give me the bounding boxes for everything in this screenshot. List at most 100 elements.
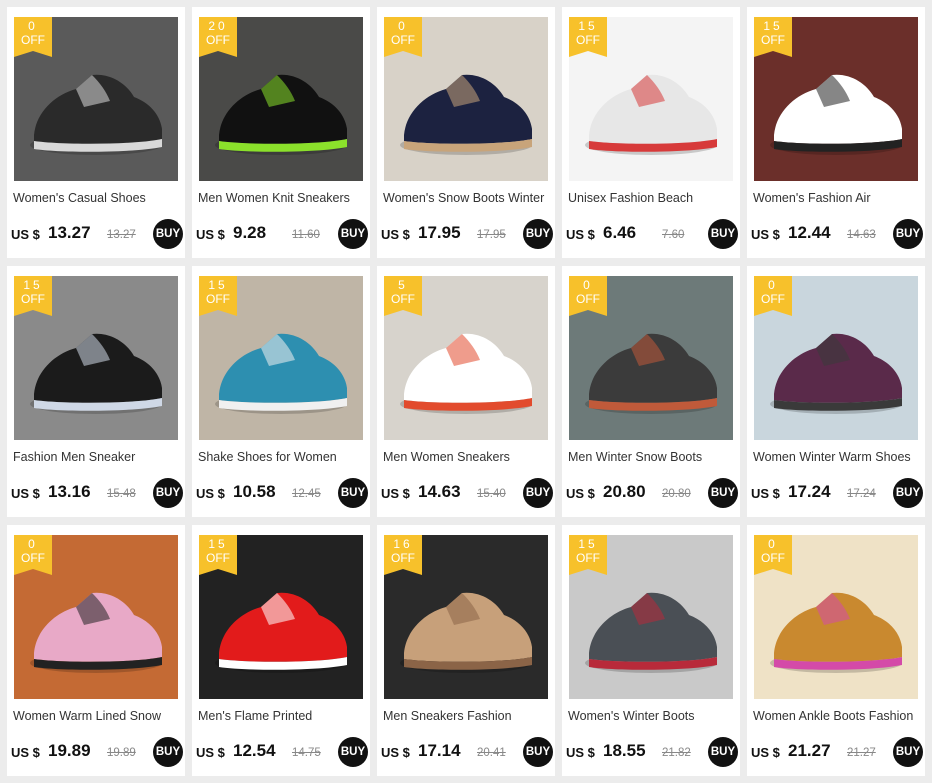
- product-title[interactable]: Women Warm Lined Snow: [13, 709, 179, 726]
- discount-percent: 0: [583, 278, 593, 292]
- discount-percent: 0: [398, 19, 408, 33]
- product-title[interactable]: Women's Winter Boots: [568, 709, 734, 726]
- product-card[interactable]: 15 OFF Fashion Men Sneaker US $ 13.16 15.…: [7, 266, 185, 517]
- buy-button[interactable]: BUY: [893, 219, 923, 249]
- buy-button[interactable]: BUY: [708, 478, 738, 508]
- product-image[interactable]: 15 OFF: [754, 17, 918, 181]
- buy-button[interactable]: BUY: [338, 219, 368, 249]
- product-image[interactable]: 0 OFF: [384, 17, 548, 181]
- product-image[interactable]: 15 OFF: [569, 535, 733, 699]
- product-card[interactable]: 15 OFF Unisex Fashion Beach US $ 6.46 7.6…: [562, 7, 740, 258]
- discount-badge: 15 OFF: [199, 535, 237, 575]
- product-image[interactable]: 16 OFF: [384, 535, 548, 699]
- discount-percent: 0: [28, 537, 38, 551]
- sale-price: 21.27: [788, 741, 831, 760]
- buy-button[interactable]: BUY: [338, 478, 368, 508]
- buy-button[interactable]: BUY: [893, 737, 923, 767]
- buy-button[interactable]: BUY: [708, 737, 738, 767]
- product-image[interactable]: 20 OFF: [199, 17, 363, 181]
- price-row: US $ 17.14 20.41 BUY: [381, 737, 553, 771]
- product-title[interactable]: Women's Casual Shoes: [13, 191, 179, 208]
- currency-label: US $: [196, 227, 225, 242]
- currency-label: US $: [381, 745, 410, 760]
- product-image[interactable]: 5 OFF: [384, 276, 548, 440]
- discount-badge: 0 OFF: [569, 276, 607, 316]
- product-image[interactable]: 15 OFF: [14, 276, 178, 440]
- product-title[interactable]: Women Ankle Boots Fashion: [753, 709, 919, 726]
- currency-label: US $: [751, 745, 780, 760]
- discount-badge: 15 OFF: [199, 276, 237, 316]
- product-title[interactable]: Men Women Sneakers: [383, 450, 549, 467]
- product-card[interactable]: 0 OFF Women's Casual Shoes US $ 13.27 13.…: [7, 7, 185, 258]
- product-card[interactable]: 0 OFF Women Warm Lined Snow US $ 19.89 19…: [7, 525, 185, 776]
- discount-percent: 15: [763, 19, 783, 33]
- discount-badge: 15 OFF: [569, 17, 607, 57]
- buy-button[interactable]: BUY: [153, 478, 183, 508]
- buy-button[interactable]: BUY: [153, 219, 183, 249]
- off-label: OFF: [21, 33, 45, 47]
- sale-price: 17.24: [788, 482, 831, 501]
- product-card[interactable]: 15 OFF Men's Flame Printed US $ 12.54 14.…: [192, 525, 370, 776]
- product-title[interactable]: Men Sneakers Fashion: [383, 709, 549, 726]
- product-image[interactable]: 0 OFF: [754, 535, 918, 699]
- product-image[interactable]: 15 OFF: [199, 276, 363, 440]
- product-image[interactable]: 0 OFF: [754, 276, 918, 440]
- currency-label: US $: [566, 745, 595, 760]
- sale-price: 12.44: [788, 223, 831, 242]
- sale-price: 9.28: [233, 223, 267, 242]
- price-row: US $ 20.80 20.80 BUY: [566, 478, 738, 512]
- product-image[interactable]: 15 OFF: [569, 17, 733, 181]
- product-title[interactable]: Shake Shoes for Women: [198, 450, 364, 467]
- product-title[interactable]: Women's Snow Boots Winter: [383, 191, 549, 208]
- original-price: 7.60: [662, 229, 685, 241]
- discount-percent: 0: [768, 537, 778, 551]
- product-title[interactable]: Women's Fashion Air: [753, 191, 919, 208]
- original-price: 20.41: [477, 747, 506, 759]
- price-row: US $ 13.27 13.27 BUY: [11, 219, 183, 253]
- product-grid: 0 OFF Women's Casual Shoes US $ 13.27 13.…: [0, 0, 932, 783]
- product-image[interactable]: 15 OFF: [199, 535, 363, 699]
- product-card[interactable]: 15 OFF Women's Fashion Air US $ 12.44 14.…: [747, 7, 925, 258]
- discount-badge: 0 OFF: [754, 535, 792, 575]
- product-card[interactable]: 15 OFF Shake Shoes for Women US $ 10.58 1…: [192, 266, 370, 517]
- off-label: OFF: [576, 33, 600, 47]
- product-image[interactable]: 0 OFF: [14, 17, 178, 181]
- discount-percent: 5: [398, 278, 408, 292]
- off-label: OFF: [206, 33, 230, 47]
- product-card[interactable]: 0 OFF Women Ankle Boots Fashion US $ 21.2…: [747, 525, 925, 776]
- original-price: 14.63: [847, 229, 876, 241]
- product-title[interactable]: Men Winter Snow Boots: [568, 450, 734, 467]
- off-label: OFF: [391, 292, 415, 306]
- product-title[interactable]: Women Winter Warm Shoes: [753, 450, 919, 467]
- original-price: 15.40: [477, 488, 506, 500]
- product-title[interactable]: Unisex Fashion Beach: [568, 191, 734, 208]
- product-title[interactable]: Men Women Knit Sneakers: [198, 191, 364, 208]
- currency-label: US $: [566, 227, 595, 242]
- product-image[interactable]: 0 OFF: [14, 535, 178, 699]
- product-image[interactable]: 0 OFF: [569, 276, 733, 440]
- buy-button[interactable]: BUY: [523, 737, 553, 767]
- off-label: OFF: [206, 292, 230, 306]
- original-price: 21.27: [847, 747, 876, 759]
- price-row: US $ 10.58 12.45 BUY: [196, 478, 368, 512]
- product-title[interactable]: Fashion Men Sneaker: [13, 450, 179, 467]
- product-card[interactable]: 0 OFF Women Winter Warm Shoes US $ 17.24 …: [747, 266, 925, 517]
- buy-button[interactable]: BUY: [338, 737, 368, 767]
- buy-button[interactable]: BUY: [708, 219, 738, 249]
- product-card[interactable]: 0 OFF Men Winter Snow Boots US $ 20.80 20…: [562, 266, 740, 517]
- product-card[interactable]: 20 OFF Men Women Knit Sneakers US $ 9.28 …: [192, 7, 370, 258]
- currency-label: US $: [566, 486, 595, 501]
- product-title[interactable]: Men's Flame Printed: [198, 709, 364, 726]
- product-card[interactable]: 16 OFF Men Sneakers Fashion US $ 17.14 20…: [377, 525, 555, 776]
- buy-button[interactable]: BUY: [523, 478, 553, 508]
- buy-button[interactable]: BUY: [153, 737, 183, 767]
- sale-price: 17.95: [418, 223, 461, 242]
- buy-button[interactable]: BUY: [523, 219, 553, 249]
- product-card[interactable]: 15 OFF Women's Winter Boots US $ 18.55 21…: [562, 525, 740, 776]
- discount-badge: 5 OFF: [384, 276, 422, 316]
- discount-badge: 0 OFF: [754, 276, 792, 316]
- product-card[interactable]: 0 OFF Women's Snow Boots Winter US $ 17.9…: [377, 7, 555, 258]
- buy-button[interactable]: BUY: [893, 478, 923, 508]
- product-card[interactable]: 5 OFF Men Women Sneakers US $ 14.63 15.40…: [377, 266, 555, 517]
- off-label: OFF: [21, 551, 45, 565]
